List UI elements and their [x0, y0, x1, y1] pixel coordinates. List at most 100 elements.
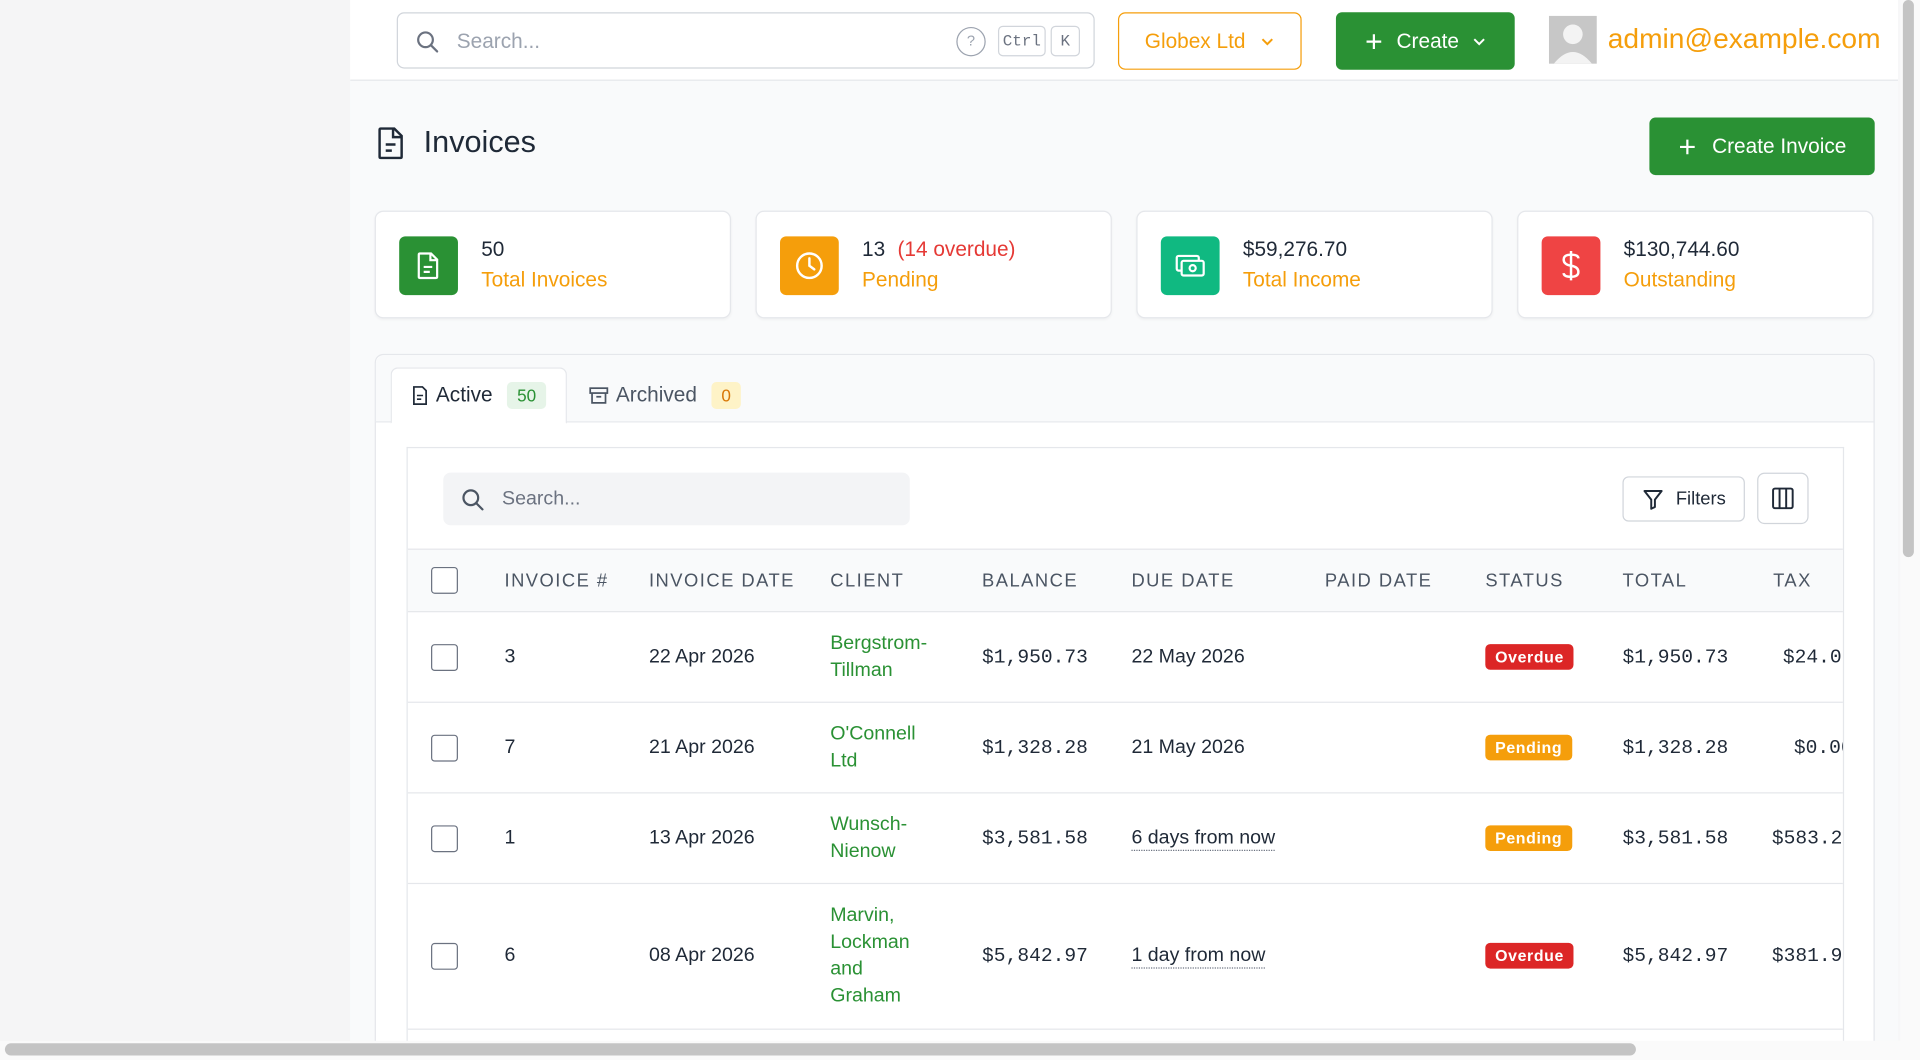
vertical-scrollbar-thumb[interactable] — [1902, 0, 1914, 558]
column-header-tax[interactable]: TAX — [1773, 571, 1812, 592]
stat-label: Outstanding — [1623, 268, 1736, 292]
client-link[interactable]: O'Connell Ltd — [830, 721, 940, 775]
archive-icon — [589, 387, 609, 404]
invoices-card: Active 50 Archived 0 Filters — [374, 353, 1875, 1060]
status-badge: Overdue — [1485, 644, 1574, 670]
status-badge: Pending — [1485, 734, 1572, 761]
stat-value: 13 (14 overdue) — [862, 238, 1015, 262]
page-header: Invoices — [375, 125, 536, 161]
pending-count: 13 — [862, 237, 886, 261]
create-invoice-label: Create Invoice — [1712, 134, 1847, 158]
chevron-down-icon — [1261, 37, 1274, 45]
total: $5,842.97 — [1622, 945, 1729, 968]
client-link[interactable]: Wunsch-Nienow — [830, 812, 940, 866]
tax: $24.01 — [1782, 646, 1843, 669]
status-badge: Overdue — [1485, 942, 1574, 969]
due-date-relative[interactable]: 6 days from now — [1131, 828, 1276, 852]
row-checkbox[interactable] — [431, 734, 458, 762]
plus-icon — [1367, 33, 1382, 49]
invoice-date: 22 Apr 2026 — [648, 646, 755, 668]
due-date-relative[interactable]: 1 day from now — [1131, 945, 1266, 969]
user-email[interactable]: admin@example.com — [1608, 22, 1881, 55]
create-invoice-button[interactable]: Create Invoice — [1649, 117, 1875, 176]
tab-archived-label: Archived — [615, 383, 697, 407]
table-header: INVOICE # INVOICE DATE CLIENT BALANCE DU… — [407, 548, 1843, 613]
tax: $583.20 — [1771, 827, 1843, 850]
status-badge: Pending — [1485, 825, 1572, 852]
tab-active-label: Active — [435, 383, 493, 407]
row-checkbox[interactable] — [431, 644, 458, 672]
column-header-balance[interactable]: BALANCE — [982, 571, 1078, 592]
balance: $1,328.28 — [982, 737, 1088, 760]
sidebar — [0, 0, 351, 1060]
stat-label: Pending — [862, 268, 939, 292]
invoice-number: 1 — [504, 827, 516, 849]
help-icon[interactable]: ? — [956, 26, 986, 57]
organization-switcher[interactable]: Globex Ltd — [1117, 12, 1302, 70]
create-menu-button[interactable]: Create — [1335, 12, 1515, 70]
create-label: Create — [1396, 28, 1460, 53]
total: $1,950.73 — [1622, 646, 1729, 669]
invoice-date: 08 Apr 2026 — [648, 945, 755, 967]
column-header-paid-date[interactable]: PAID DATE — [1325, 571, 1432, 592]
balance: $5,842.97 — [982, 945, 1088, 968]
tax: $381.97 — [1771, 945, 1843, 968]
invoice-number: 6 — [504, 945, 516, 967]
shortcut-k-key: K — [1050, 25, 1081, 57]
organization-name: Globex Ltd — [1144, 28, 1246, 53]
column-header-invoice-date[interactable]: INVOICE DATE — [649, 571, 795, 592]
stat-card-pending: 13 (14 overdue) Pending — [755, 210, 1112, 319]
document-icon — [413, 386, 427, 405]
column-header-status[interactable]: STATUS — [1485, 571, 1564, 592]
table-search[interactable] — [443, 472, 910, 526]
chevron-down-icon — [1473, 37, 1485, 45]
table-row[interactable]: 6 08 Apr 2026 Marvin, Lockman and Graham… — [407, 884, 1843, 1030]
tab-bar: Active 50 Archived 0 — [375, 355, 1874, 424]
stat-value: $59,276.70 — [1242, 237, 1348, 261]
invoice-number: 7 — [504, 737, 516, 758]
global-search-input[interactable] — [456, 25, 947, 58]
columns-icon — [1772, 487, 1794, 510]
column-header-client[interactable]: CLIENT — [830, 571, 904, 592]
client-link[interactable]: Bergstrom-Tillman — [830, 631, 940, 685]
total: $3,581.58 — [1622, 827, 1729, 850]
column-header-total[interactable]: TOTAL — [1622, 571, 1687, 592]
table-search-input[interactable] — [502, 484, 870, 515]
shortcut-ctrl-key: Ctrl — [997, 25, 1046, 57]
table-row[interactable]: 7 21 Apr 2026 O'Connell Ltd $1,328.28 21… — [407, 703, 1843, 794]
document-icon — [378, 126, 403, 159]
due-date: 21 May 2026 — [1131, 737, 1245, 758]
invoice-date: 21 Apr 2026 — [648, 737, 755, 758]
search-icon — [417, 31, 439, 53]
invoice-number: 3 — [504, 646, 516, 668]
tab-archived[interactable]: Archived 0 — [569, 367, 760, 423]
balance: $1,950.73 — [982, 646, 1088, 669]
tab-archived-count: 0 — [711, 382, 741, 409]
columns-button[interactable] — [1757, 472, 1809, 525]
invoice-date: 13 Apr 2026 — [648, 827, 755, 849]
tab-active-count: 50 — [507, 382, 546, 409]
overdue-count: (14 overdue) — [897, 237, 1016, 261]
tab-active[interactable]: Active 50 — [390, 367, 567, 424]
balance: $3,581.58 — [982, 827, 1088, 850]
filter-icon — [1643, 489, 1663, 510]
select-all-checkbox[interactable] — [431, 566, 458, 594]
client-link[interactable]: Marvin, Lockman and Graham — [830, 902, 928, 1010]
avatar[interactable] — [1548, 15, 1597, 64]
money-icon — [1160, 236, 1220, 296]
horizontal-scrollbar-thumb[interactable] — [4, 1043, 1636, 1056]
row-checkbox[interactable] — [431, 942, 458, 970]
tax: $0.00 — [1793, 737, 1843, 760]
stat-value: 50 — [481, 237, 505, 261]
plus-icon — [1680, 138, 1695, 154]
table-row[interactable]: 3 22 Apr 2026 Bergstrom-Tillman $1,950.7… — [407, 612, 1843, 703]
global-search[interactable]: ? Ctrl K — [396, 12, 1095, 69]
table-row[interactable]: 1 13 Apr 2026 Wunsch-Nienow $3,581.58 6 … — [407, 793, 1843, 885]
column-header-invoice-number[interactable]: INVOICE # — [504, 571, 608, 592]
row-checkbox[interactable] — [431, 825, 458, 853]
stat-card-total-invoices: 50 Total Invoices — [374, 210, 732, 319]
column-header-due-date[interactable]: DUE DATE — [1131, 571, 1234, 592]
page-title: Invoices — [423, 124, 536, 160]
search-icon — [462, 489, 484, 511]
filters-button[interactable]: Filters — [1622, 476, 1745, 522]
